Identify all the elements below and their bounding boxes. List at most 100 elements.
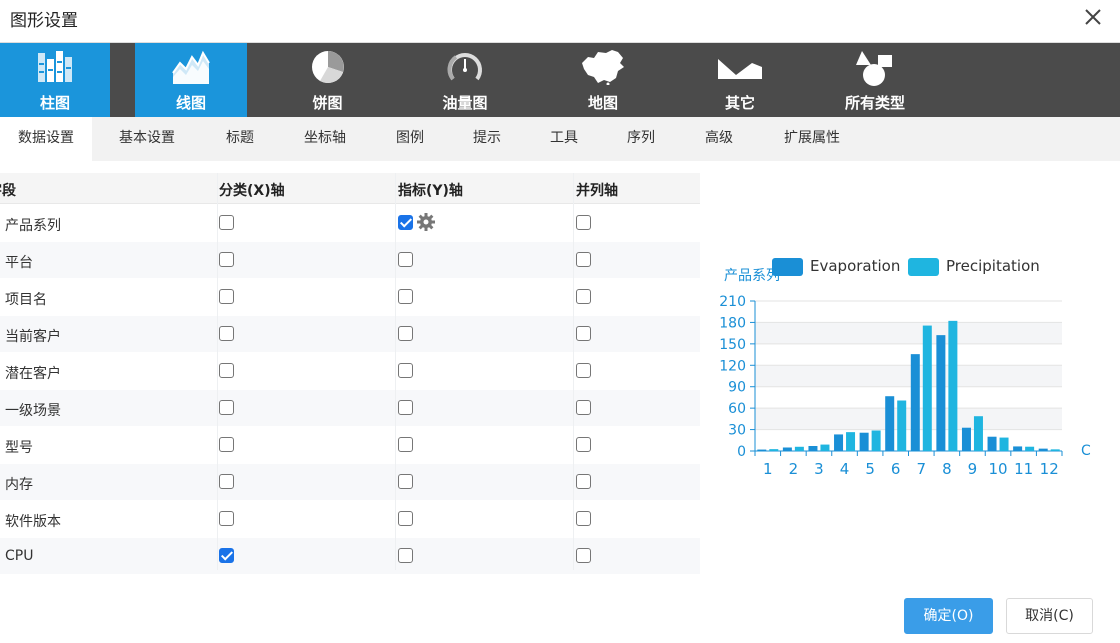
bar — [1050, 449, 1060, 451]
parallel-axis-checkbox[interactable] — [576, 252, 591, 267]
y-axis-checkbox[interactable] — [398, 511, 413, 526]
bar — [897, 400, 907, 451]
x-axis-checkbox[interactable] — [219, 474, 234, 489]
y-axis-checkbox[interactable] — [398, 252, 413, 267]
x-tick-label: 9 — [968, 460, 978, 478]
tab-axis[interactable]: 坐标轴 — [290, 117, 360, 161]
bar — [757, 449, 767, 451]
x-axis-checkbox[interactable] — [219, 215, 234, 230]
pie-chart-icon — [311, 51, 344, 84]
parallel-axis-checkbox[interactable] — [576, 289, 591, 304]
x-axis-checkbox[interactable] — [219, 363, 234, 378]
confirm-button[interactable]: 确定(O) — [904, 598, 993, 634]
table-row: 项目名 — [0, 279, 700, 316]
parallel-axis-checkbox[interactable] — [576, 363, 591, 378]
table-row: 一级场景 — [0, 390, 700, 427]
tab-extended-props[interactable]: 扩展属性 — [770, 117, 854, 161]
y-axis-checkbox[interactable] — [398, 437, 413, 452]
y-axis-checkbox[interactable] — [398, 289, 413, 304]
chart-type-bar: 柱图 线图 饼图 油量图 地图 其它 所有类型 — [0, 43, 1120, 117]
y-tick-label: 90 — [728, 380, 746, 396]
table-row: 型号 — [0, 427, 700, 464]
parallel-axis-checkbox[interactable] — [576, 474, 591, 489]
table-row: 产品系列 — [0, 205, 700, 242]
settings-tabbar: 数据设置 基本设置 标题 坐标轴 图例 提示 工具 序列 高级 扩展属性 — [0, 117, 1120, 161]
bar — [834, 434, 844, 451]
tab-tools[interactable]: 工具 — [534, 117, 594, 161]
chart-type-bar-chart[interactable]: 柱图 — [0, 43, 110, 117]
legend-label: Evaporation — [810, 257, 900, 275]
y-axis-checkbox[interactable] — [398, 474, 413, 489]
tab-tooltip[interactable]: 提示 — [457, 117, 517, 161]
chart-type-gauge[interactable]: 油量图 — [410, 43, 520, 117]
y-axis-name: 产品系列 — [724, 268, 780, 284]
y-tick-label: 180 — [719, 315, 746, 331]
chart-type-label: 线图 — [175, 94, 206, 112]
x-axis-name: C — [1081, 443, 1091, 459]
close-icon[interactable] — [1082, 6, 1104, 28]
x-axis-checkbox[interactable] — [219, 289, 234, 304]
y-axis-checkbox[interactable] — [398, 215, 413, 230]
y-axis-checkbox[interactable] — [398, 326, 413, 341]
y-tick-label: 120 — [719, 358, 746, 374]
y-axis-checkbox[interactable] — [398, 400, 413, 415]
chart-type-label: 所有类型 — [844, 94, 905, 112]
tab-title[interactable]: 标题 — [210, 117, 270, 161]
grid-column-divider — [395, 173, 396, 570]
tab-advanced[interactable]: 高级 — [689, 117, 749, 161]
table-row: 软件版本 — [0, 501, 700, 538]
x-axis-checkbox[interactable] — [219, 548, 234, 563]
x-tick-label: 2 — [789, 460, 799, 478]
x-axis-checkbox[interactable] — [219, 326, 234, 341]
field-name: 潜在客户 — [5, 366, 61, 382]
bar — [973, 416, 983, 451]
cancel-button[interactable]: 取消(C) — [1006, 598, 1093, 634]
bar — [910, 354, 920, 451]
bar — [1025, 446, 1035, 451]
chart-type-label: 地图 — [587, 94, 618, 112]
dialog-title: 图形设置 — [10, 11, 78, 31]
bar — [961, 427, 971, 451]
chart-type-all[interactable]: 所有类型 — [820, 43, 930, 117]
bar — [782, 447, 792, 451]
parallel-axis-checkbox[interactable] — [576, 326, 591, 341]
x-tick-label: 10 — [988, 460, 1007, 478]
chart-type-pie-chart[interactable]: 饼图 — [270, 43, 385, 117]
field-name: 当前客户 — [5, 329, 61, 345]
bar — [922, 325, 932, 451]
parallel-axis-checkbox[interactable] — [576, 548, 591, 563]
tab-legend[interactable]: 图例 — [380, 117, 440, 161]
y-axis-checkbox[interactable] — [398, 548, 413, 563]
x-tick-label: 12 — [1040, 460, 1059, 478]
tab-data-settings[interactable]: 数据设置 — [0, 117, 92, 161]
x-axis-checkbox[interactable] — [219, 400, 234, 415]
parallel-axis-checkbox[interactable] — [576, 511, 591, 526]
tab-basic-settings[interactable]: 基本设置 — [102, 117, 192, 161]
grid-column-divider — [217, 173, 218, 570]
parallel-axis-checkbox[interactable] — [576, 437, 591, 452]
chart-type-other[interactable]: 其它 — [685, 43, 795, 117]
china-map-icon — [582, 50, 624, 85]
x-axis-checkbox[interactable] — [219, 511, 234, 526]
chart-type-map[interactable]: 地图 — [548, 43, 658, 117]
bar-chart-icon — [38, 51, 72, 82]
x-tick-label: 5 — [865, 460, 875, 478]
x-axis-checkbox[interactable] — [219, 252, 234, 267]
bar — [794, 446, 804, 451]
tab-series[interactable]: 序列 — [611, 117, 671, 161]
grid-band — [755, 365, 1062, 387]
bar — [846, 432, 856, 451]
x-axis-checkbox[interactable] — [219, 437, 234, 452]
header-x-axis: 分类(X)轴 — [219, 183, 285, 199]
y-axis-checkbox[interactable] — [398, 363, 413, 378]
chart-type-line-chart[interactable]: 线图 — [135, 43, 247, 117]
header-field: 字段 — [0, 183, 16, 199]
parallel-axis-checkbox[interactable] — [576, 400, 591, 415]
parallel-axis-checkbox[interactable] — [576, 215, 591, 230]
chart-type-label: 油量图 — [442, 94, 488, 112]
y-tick-label: 0 — [737, 444, 746, 460]
gear-icon[interactable] — [416, 212, 436, 232]
grid-column-divider — [573, 173, 574, 570]
shapes-icon — [856, 51, 892, 86]
chart-type-label: 其它 — [724, 94, 755, 112]
